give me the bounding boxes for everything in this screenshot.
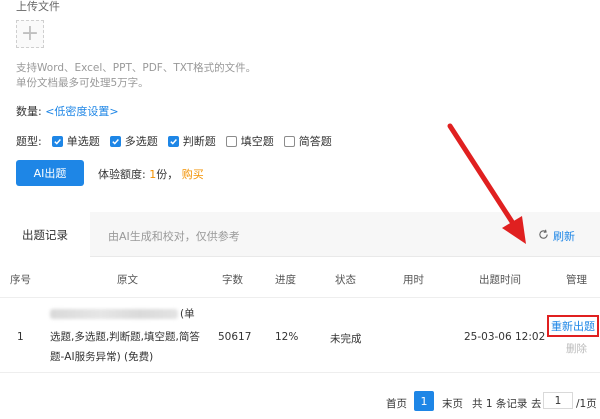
table-row: 1 (单 选题,多选题,判断题,填空题,简答 题-AI服务异常) (免费) 50… [0,298,600,372]
checkbox-single-choice[interactable]: 单选题 [51,133,100,149]
row-source-suffix: (单 [180,308,195,320]
annotation-arrow-icon [447,123,526,244]
refresh-button[interactable]: 刷新 [538,228,575,244]
quota-info: 体验额度: 1份， 购买 [98,166,204,182]
question-type-label: 题型: [16,135,42,148]
checkbox-short-answer[interactable]: 简答题 [283,133,332,149]
row-index: 1 [17,331,24,343]
checkbox-unchecked-icon [225,135,237,147]
checkbox-checked-icon [109,135,121,147]
row-time: 25-03-06 12:02 [464,331,546,343]
tab-question-records[interactable]: 出题记录 [0,212,90,257]
buy-link[interactable]: 购买 [182,168,204,181]
question-type-row: 题型: 单选题 多选题 判断题 填空题 简答题 [16,133,332,149]
col-header-words: 字数 [222,274,243,286]
upload-add-icon[interactable]: + [16,20,44,48]
col-header-time: 出题时间 [479,274,521,286]
checkbox-label: 多选题 [124,135,158,148]
checkbox-multiple-choice[interactable]: 多选题 [109,133,158,149]
pager-last[interactable]: 末页 [442,396,463,411]
upload-hint-limit: 单份文档最多可处理5万字。 [16,77,149,89]
row-source-line3: 题-AI服务异常) (免费) [50,351,154,363]
checkbox-fill-blank[interactable]: 填空题 [225,133,274,149]
quantity-row: 数量: <低密度设置> [16,103,119,119]
quantity-label: 数量: [16,105,42,118]
upload-hint-formats: 支持Word、Excel、PPT、PDF、TXT格式的文件。 [16,62,257,74]
redo-button[interactable]: 重新出题 [547,315,599,337]
checkbox-label: 判断题 [182,135,216,148]
delete-button[interactable]: 删除 [566,341,587,356]
upload-title: 上传文件 [16,0,60,13]
row-divider [0,372,600,373]
row-status: 未完成 [330,333,362,345]
pager-first[interactable]: 首页 [386,396,407,411]
checkbox-true-false[interactable]: 判断题 [167,133,216,149]
row-progress: 12% [275,331,299,343]
col-header-progress: 进度 [275,274,296,286]
checkbox-unchecked-icon [283,135,295,147]
pager-summary: 共 1 条记录 [472,398,528,410]
checkbox-label: 填空题 [240,135,274,148]
pager-goto-label: 去 [531,398,542,410]
col-header-manage: 管理 [566,274,587,286]
pager-page-input[interactable] [543,392,573,409]
row-words: 50617 [218,331,252,343]
col-header-index: 序号 [10,274,31,286]
col-header-source: 原文 [117,274,138,286]
col-header-status: 状态 [335,274,356,286]
pager-current-page[interactable]: 1 [414,391,434,411]
row-source-line2: 选题,多选题,判断题,填空题,简答 [50,331,200,343]
col-header-duration: 用时 [403,274,424,286]
checkbox-checked-icon [51,135,63,147]
checkbox-label: 简答题 [298,135,332,148]
checkbox-label: 单选题 [66,135,100,148]
quota-unit: 份， [156,168,179,181]
pager-total-pages: /1页 [576,398,597,410]
density-setting-link[interactable]: <低密度设置> [45,105,118,118]
refresh-label: 刷新 [553,230,575,243]
checkbox-checked-icon [167,135,179,147]
tab-hint: 由AI生成和校对，仅供参考 [108,230,240,243]
ai-generate-button[interactable]: AI出题 [16,160,84,186]
redacted-filename [50,309,178,319]
quota-prefix: 体验额度: [98,168,146,181]
